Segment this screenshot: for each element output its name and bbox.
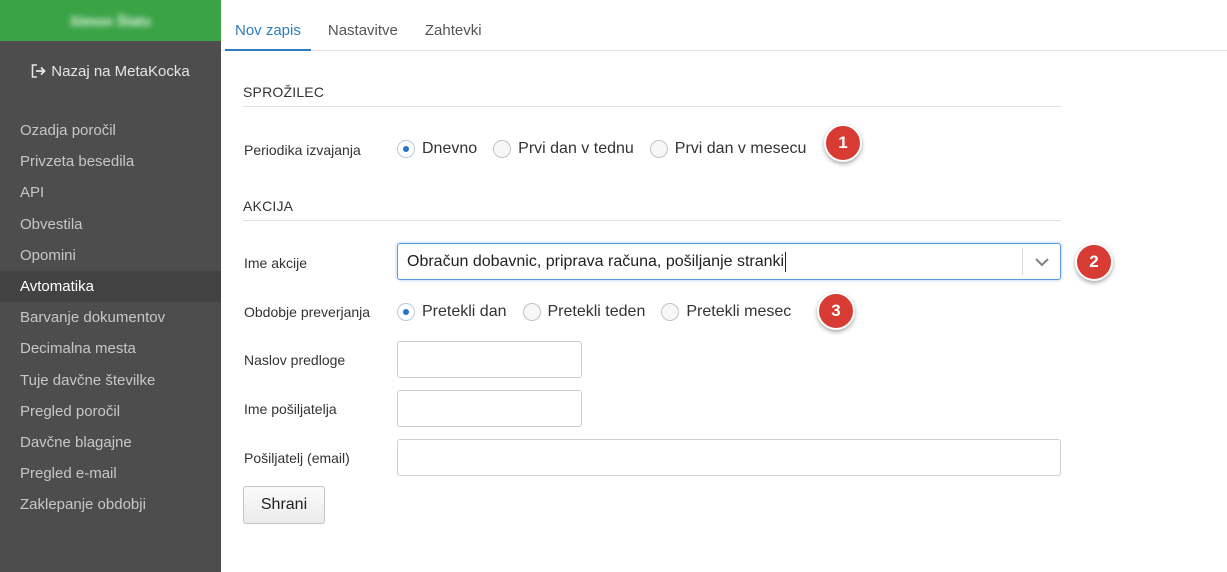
tab-nov-zapis[interactable]: Nov zapis bbox=[225, 0, 311, 51]
radio-dnevno[interactable]: Dnevno bbox=[397, 140, 477, 158]
radio-label: Prvi dan v mesecu bbox=[674, 140, 807, 157]
periodika-label: Periodika izvajanja bbox=[244, 142, 361, 158]
tab-zahtevki[interactable]: Zahtevki bbox=[415, 0, 492, 51]
sidebar-item-ozadja-porocil[interactable]: Ozadja poročil bbox=[0, 115, 221, 146]
periodika-radio-group: Dnevno Prvi dan v tednu Prvi dan v mesec… bbox=[397, 140, 822, 158]
text-cursor bbox=[785, 251, 787, 272]
radio-label: Pretekli mesec bbox=[686, 303, 792, 320]
ime-akcije-label: Ime akcije bbox=[244, 255, 308, 271]
ime-akcije-text: Obračun dobavnic, priprava računa, pošil… bbox=[407, 252, 785, 270]
naslov-predloge-label: Naslov predloge bbox=[244, 352, 346, 368]
sidebar-item-api[interactable]: API bbox=[0, 177, 221, 208]
radio-indicator-checked[interactable] bbox=[397, 140, 415, 158]
radio-label: Pretekli dan bbox=[422, 303, 507, 320]
sidebar-item-pregled-email[interactable]: Pregled e-mail bbox=[0, 458, 221, 489]
sidebar-item-barvanje-dokumentov[interactable]: Barvanje dokumentov bbox=[0, 302, 221, 333]
back-to-metakocka-link[interactable]: Nazaj na MetaKocka bbox=[0, 41, 221, 101]
naslov-predloge-input[interactable] bbox=[397, 341, 582, 378]
radio-pretekli-dan[interactable]: Pretekli dan bbox=[397, 303, 507, 321]
annotation-badge-3: 3 bbox=[817, 292, 855, 330]
radio-pretekli-mesec[interactable]: Pretekli mesec bbox=[661, 303, 791, 321]
sidebar-item-zaklepanje-obdobji[interactable]: Zaklepanje obdobji bbox=[0, 489, 221, 520]
sidebar-item-tuje-davcne-stevilke[interactable]: Tuje davčne številke bbox=[0, 365, 221, 396]
radio-indicator[interactable] bbox=[493, 140, 512, 158]
sidebar-item-obvestila[interactable]: Obvestila bbox=[0, 209, 221, 240]
radio-indicator-checked[interactable] bbox=[397, 303, 415, 321]
sidebar-item-decimalna-mesta[interactable]: Decimalna mesta bbox=[0, 333, 221, 364]
section-title-akcija: AKCIJA bbox=[243, 198, 294, 214]
ime-posiljatelja-label: Ime pošiljatelja bbox=[244, 401, 337, 417]
sidebar-item-avtomatika[interactable]: Avtomatika bbox=[0, 270, 221, 303]
back-link-label: Nazaj na MetaKocka bbox=[51, 62, 190, 80]
radio-pretekli-teden[interactable]: Pretekli teden bbox=[522, 303, 646, 321]
ime-akcije-value: Obračun dobavnic, priprava računa, pošil… bbox=[398, 251, 1022, 272]
user-name: Simon Šlatu bbox=[70, 12, 151, 29]
tab-nastavitve[interactable]: Nastavitve bbox=[318, 0, 408, 51]
sidebar-item-davcne-blagajne[interactable]: Davčne blagajne bbox=[0, 427, 221, 458]
radio-prvi-dan-v-tednu[interactable]: Prvi dan v tednu bbox=[493, 140, 634, 158]
posiljatelj-email-label: Pošiljatelj (email) bbox=[244, 450, 350, 466]
radio-indicator[interactable] bbox=[522, 303, 541, 321]
chevron-down-icon[interactable] bbox=[1023, 257, 1060, 267]
sidebar-item-pregled-porocil[interactable]: Pregled poročil bbox=[0, 396, 221, 427]
main-content: Nov zapis Nastavitve Zahtevki SPROŽILEC … bbox=[221, 0, 1227, 572]
annotation-badge-2: 2 bbox=[1075, 243, 1113, 281]
radio-label: Dnevno bbox=[422, 140, 478, 157]
radio-label: Pretekli teden bbox=[547, 303, 646, 320]
ime-posiljatelja-input[interactable] bbox=[397, 390, 582, 427]
sidebar-item-opomini[interactable]: Opomini bbox=[0, 240, 221, 271]
posiljatelj-email-input[interactable] bbox=[397, 439, 1061, 476]
radio-indicator[interactable] bbox=[661, 303, 680, 321]
obdobje-label: Obdobje preverjanja bbox=[244, 304, 371, 320]
sidebar-item-privzeta-besedila[interactable]: Privzeta besedila bbox=[0, 146, 221, 177]
section-divider bbox=[243, 106, 1061, 107]
sidebar-header: Simon Šlatu bbox=[0, 0, 221, 41]
save-button[interactable]: Shrani bbox=[243, 486, 325, 524]
radio-indicator[interactable] bbox=[649, 140, 668, 158]
section-divider bbox=[243, 220, 1061, 221]
sidebar-menu: Ozadja poročil Privzeta besedila API Obv… bbox=[0, 115, 221, 520]
radio-label: Prvi dan v tednu bbox=[518, 140, 634, 157]
annotation-badge-1: 1 bbox=[824, 124, 862, 162]
sign-out-icon bbox=[31, 64, 47, 78]
section-title-sprozilec: SPROŽILEC bbox=[243, 84, 325, 100]
tab-bar: Nov zapis Nastavitve Zahtevki bbox=[221, 0, 1227, 51]
radio-prvi-dan-v-mesecu[interactable]: Prvi dan v mesecu bbox=[649, 140, 807, 158]
ime-akcije-select[interactable]: Obračun dobavnic, priprava računa, pošil… bbox=[397, 243, 1061, 280]
sidebar: Simon Šlatu Nazaj na MetaKocka Ozadja po… bbox=[0, 0, 221, 572]
obdobje-radio-group: Pretekli dan Pretekli teden Pretekli mes… bbox=[397, 303, 807, 321]
